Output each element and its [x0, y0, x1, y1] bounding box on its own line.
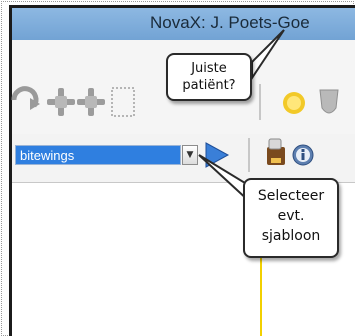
callout-line: sjabloon	[261, 228, 321, 244]
callout-line: patiënt?	[182, 78, 236, 93]
callout-line: Juiste	[191, 61, 227, 76]
template-select-toggle[interactable]: ▼	[182, 145, 198, 165]
move-alt-icon[interactable]	[77, 88, 105, 116]
callout-line: evt.	[277, 208, 305, 224]
callout-select-template: Selecteer evt. sjabloon	[243, 178, 339, 258]
toolbar-icons	[11, 29, 339, 205]
chevron-down-icon: ▼	[186, 150, 194, 160]
select-area-icon[interactable]	[111, 87, 135, 117]
rotate-icon[interactable]	[11, 86, 40, 110]
scanner-icon[interactable]	[267, 138, 285, 165]
template-select-value: bitewings	[20, 148, 75, 163]
info-icon[interactable]	[292, 144, 314, 166]
shield-icon[interactable]	[319, 89, 339, 114]
screenshot-stage: NovaX: J. Poets-Goe bitewings ▼ Juiste p…	[0, 0, 355, 336]
callout-line: Selecteer	[257, 188, 325, 204]
callout-patient-check: Juiste patiënt?	[166, 53, 252, 101]
template-select[interactable]: bitewings	[15, 145, 181, 165]
move-icon[interactable]	[47, 88, 75, 116]
sun-icon[interactable]	[283, 92, 305, 114]
callout-tail-patient	[251, 29, 285, 82]
